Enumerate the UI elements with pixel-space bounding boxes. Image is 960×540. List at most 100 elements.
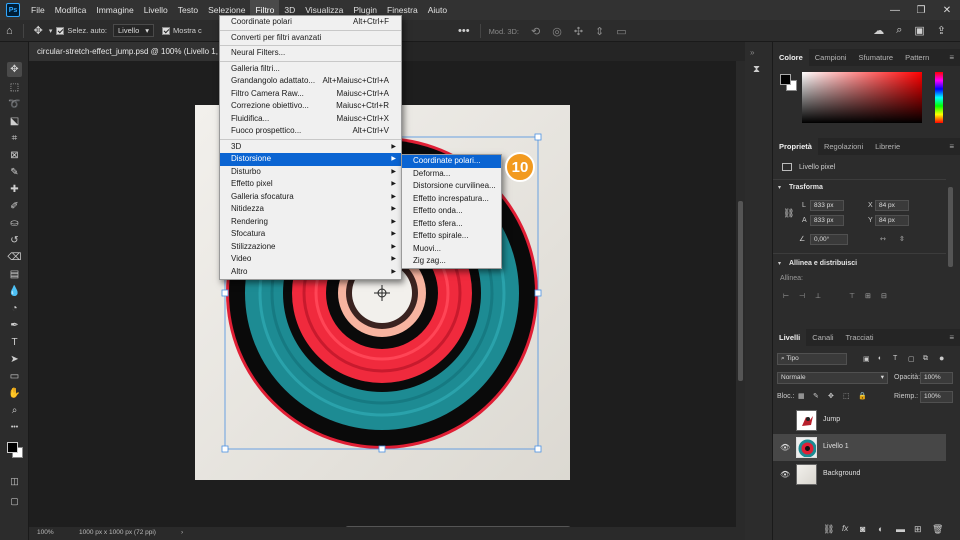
vertical-scrollbar[interactable]	[736, 61, 745, 527]
layer-name[interactable]: Background	[823, 470, 860, 477]
align-middle-icon[interactable]: ⊞	[865, 292, 871, 300]
home-icon[interactable]: ⌂	[6, 25, 13, 37]
foreground-color-swatch[interactable]	[7, 442, 18, 453]
menu-livello[interactable]: Livello	[139, 0, 173, 20]
frame-tool-icon[interactable]: ⊠	[7, 148, 22, 163]
tab-regolazioni[interactable]: Regolazioni	[818, 138, 869, 155]
chevron-down-icon[interactable]: ▾	[778, 260, 781, 267]
menu-item-neural-filters[interactable]: Neural Filters...	[220, 47, 401, 60]
menu-item-last-filter[interactable]: Coordinate polari Alt+Ctrl+F	[220, 16, 401, 29]
transform-handle[interactable]	[221, 445, 229, 453]
vertical-scrollbar-thumb[interactable]	[738, 201, 743, 381]
color-picker-field[interactable]	[802, 72, 922, 123]
width-input[interactable]: 833 px	[810, 200, 844, 211]
filter-smart-object-icon[interactable]: ⧉	[923, 355, 928, 363]
eye-icon[interactable]: 👁	[780, 443, 790, 452]
chevron-down-icon[interactable]: ▾	[49, 27, 53, 35]
opacity-input[interactable]: 100%	[920, 372, 953, 384]
menu-file[interactable]: File	[26, 0, 50, 20]
dodge-tool-icon[interactable]: ◔	[7, 301, 22, 316]
submenu-item-ripple[interactable]: Effetto increspatura...	[402, 193, 501, 206]
tab-pattern[interactable]: Pattern	[899, 49, 935, 66]
menu-item-other[interactable]: Altro ▶	[220, 266, 401, 279]
transform-handle[interactable]	[378, 445, 386, 453]
align-top-icon[interactable]: ⊤	[849, 292, 855, 300]
zoom-level[interactable]: 100%	[37, 529, 54, 536]
menu-item-vanishing-point[interactable]: Fuoco prospettico... Alt+Ctrl+V	[220, 125, 401, 138]
type-tool-icon[interactable]: T	[7, 335, 22, 350]
transform-handle[interactable]	[221, 289, 229, 297]
submenu-item-pinch[interactable]: Distorsione curvilinea...	[402, 180, 501, 193]
menu-testo[interactable]: Testo	[173, 0, 203, 20]
panel-menu-icon[interactable]: ≡	[949, 138, 954, 155]
submenu-item-displace[interactable]: Muovi...	[402, 243, 501, 256]
filter-shape-icon[interactable]: ▢	[908, 355, 915, 363]
tab-proprieta[interactable]: Proprietà	[773, 138, 818, 155]
path-selection-tool-icon[interactable]: ➤	[7, 352, 22, 367]
lock-artboard-icon[interactable]: ⬚	[843, 392, 850, 400]
zoom-tool-icon[interactable]: ⌕	[7, 403, 22, 418]
menu-item-render[interactable]: Rendering ▶	[220, 216, 401, 229]
submenu-item-spherize[interactable]: Effetto sfera...	[402, 218, 501, 231]
menu-item-adaptive-wide-angle[interactable]: Grandangolo adattato... Alt+Maiusc+Ctrl+…	[220, 75, 401, 88]
tab-sfumature[interactable]: Sfumature	[852, 49, 899, 66]
history-icon[interactable]: ⧗	[753, 64, 760, 75]
layer-row-background[interactable]: 👁 Background	[773, 461, 946, 488]
properties-scrollbar-thumb[interactable]	[948, 187, 953, 267]
tab-tracciati[interactable]: Tracciati	[840, 329, 880, 346]
submenu-item-shear[interactable]: Deforma...	[402, 168, 501, 181]
close-icon[interactable]: ✕	[934, 0, 960, 20]
flip-horizontal-icon[interactable]: ⇿	[880, 235, 886, 243]
blur-tool-icon[interactable]: 💧	[7, 284, 22, 299]
brush-tool-icon[interactable]: ✐	[7, 199, 22, 214]
lock-all-icon[interactable]: 🔒	[858, 392, 867, 400]
menu-item-smart-filters[interactable]: Converti per filtri avanzati	[220, 32, 401, 45]
menu-modifica[interactable]: Modifica	[50, 0, 92, 20]
pen-tool-icon[interactable]: ✒	[7, 318, 22, 333]
hand-tool-icon[interactable]: ✋	[7, 386, 22, 401]
clone-stamp-tool-icon[interactable]: ⛀	[7, 216, 22, 231]
layer-name[interactable]: Livello 1	[823, 443, 849, 450]
filter-pixel-icon[interactable]: ▣	[863, 355, 870, 363]
submenu-item-zigzag[interactable]: Zig zag...	[402, 255, 501, 268]
hue-slider[interactable]	[935, 72, 943, 123]
object-select-tool-icon[interactable]: ⬕	[7, 114, 22, 129]
menu-immagine[interactable]: Immagine	[91, 0, 138, 20]
layer-row-jump[interactable]: Jump	[773, 407, 946, 434]
submenu-item-polar-coordinates[interactable]: Coordinate polari...	[402, 155, 501, 168]
eye-icon[interactable]: 👁	[780, 470, 790, 479]
move-tool-icon[interactable]: ✥	[7, 62, 22, 77]
screen-mode-icon[interactable]: ▢	[7, 494, 22, 509]
3d-scale-icon[interactable]: ▭	[616, 25, 626, 38]
menu-item-liquify[interactable]: Fluidifica... Maiusc+Ctrl+X	[220, 113, 401, 126]
height-input[interactable]: 833 px	[810, 215, 844, 226]
menu-aiuto[interactable]: Aiuto	[423, 0, 452, 20]
filter-type-icon[interactable]: T	[893, 355, 897, 362]
menu-item-blur-gallery[interactable]: Galleria sfocatura ▶	[220, 191, 401, 204]
align-bottom-icon[interactable]: ⊟	[881, 292, 887, 300]
submenu-item-twirl[interactable]: Effetto spirale...	[402, 230, 501, 243]
menu-item-3d[interactable]: 3D ▶	[220, 141, 401, 154]
panel-menu-icon[interactable]: ≡	[949, 49, 954, 66]
tab-colore[interactable]: Colore	[773, 49, 809, 66]
workspace-icon[interactable]: ▣	[914, 24, 924, 37]
menu-item-filter-gallery[interactable]: Galleria filtri...	[220, 63, 401, 76]
menu-item-camera-raw[interactable]: Filtro Camera Raw... Maiusc+Ctrl+A	[220, 88, 401, 101]
align-left-icon[interactable]: ⊢	[783, 292, 789, 300]
menu-item-noise[interactable]: Disturbo ▶	[220, 166, 401, 179]
y-input[interactable]: 84 px	[875, 215, 909, 226]
layer-name[interactable]: Jump	[823, 416, 840, 423]
filter-toggle-icon[interactable]: ●	[939, 353, 944, 363]
submenu-item-wave[interactable]: Effetto onda...	[402, 205, 501, 218]
crop-tool-icon[interactable]: ⌗	[7, 131, 22, 146]
lasso-tool-icon[interactable]: ➰	[7, 97, 22, 112]
auto-select-checkbox[interactable]	[56, 26, 65, 35]
menu-item-sharpen[interactable]: Nitidezza ▶	[220, 203, 401, 216]
transform-handle[interactable]	[534, 445, 542, 453]
x-input[interactable]: 84 px	[875, 200, 909, 211]
lock-image-icon[interactable]: ✎	[813, 392, 819, 400]
trash-icon[interactable]: 🗑	[932, 524, 943, 535]
tab-canali[interactable]: Canali	[806, 329, 839, 346]
blend-mode-dropdown[interactable]: Normale ▾	[777, 372, 888, 384]
menu-item-blur[interactable]: Sfocatura ▶	[220, 228, 401, 241]
